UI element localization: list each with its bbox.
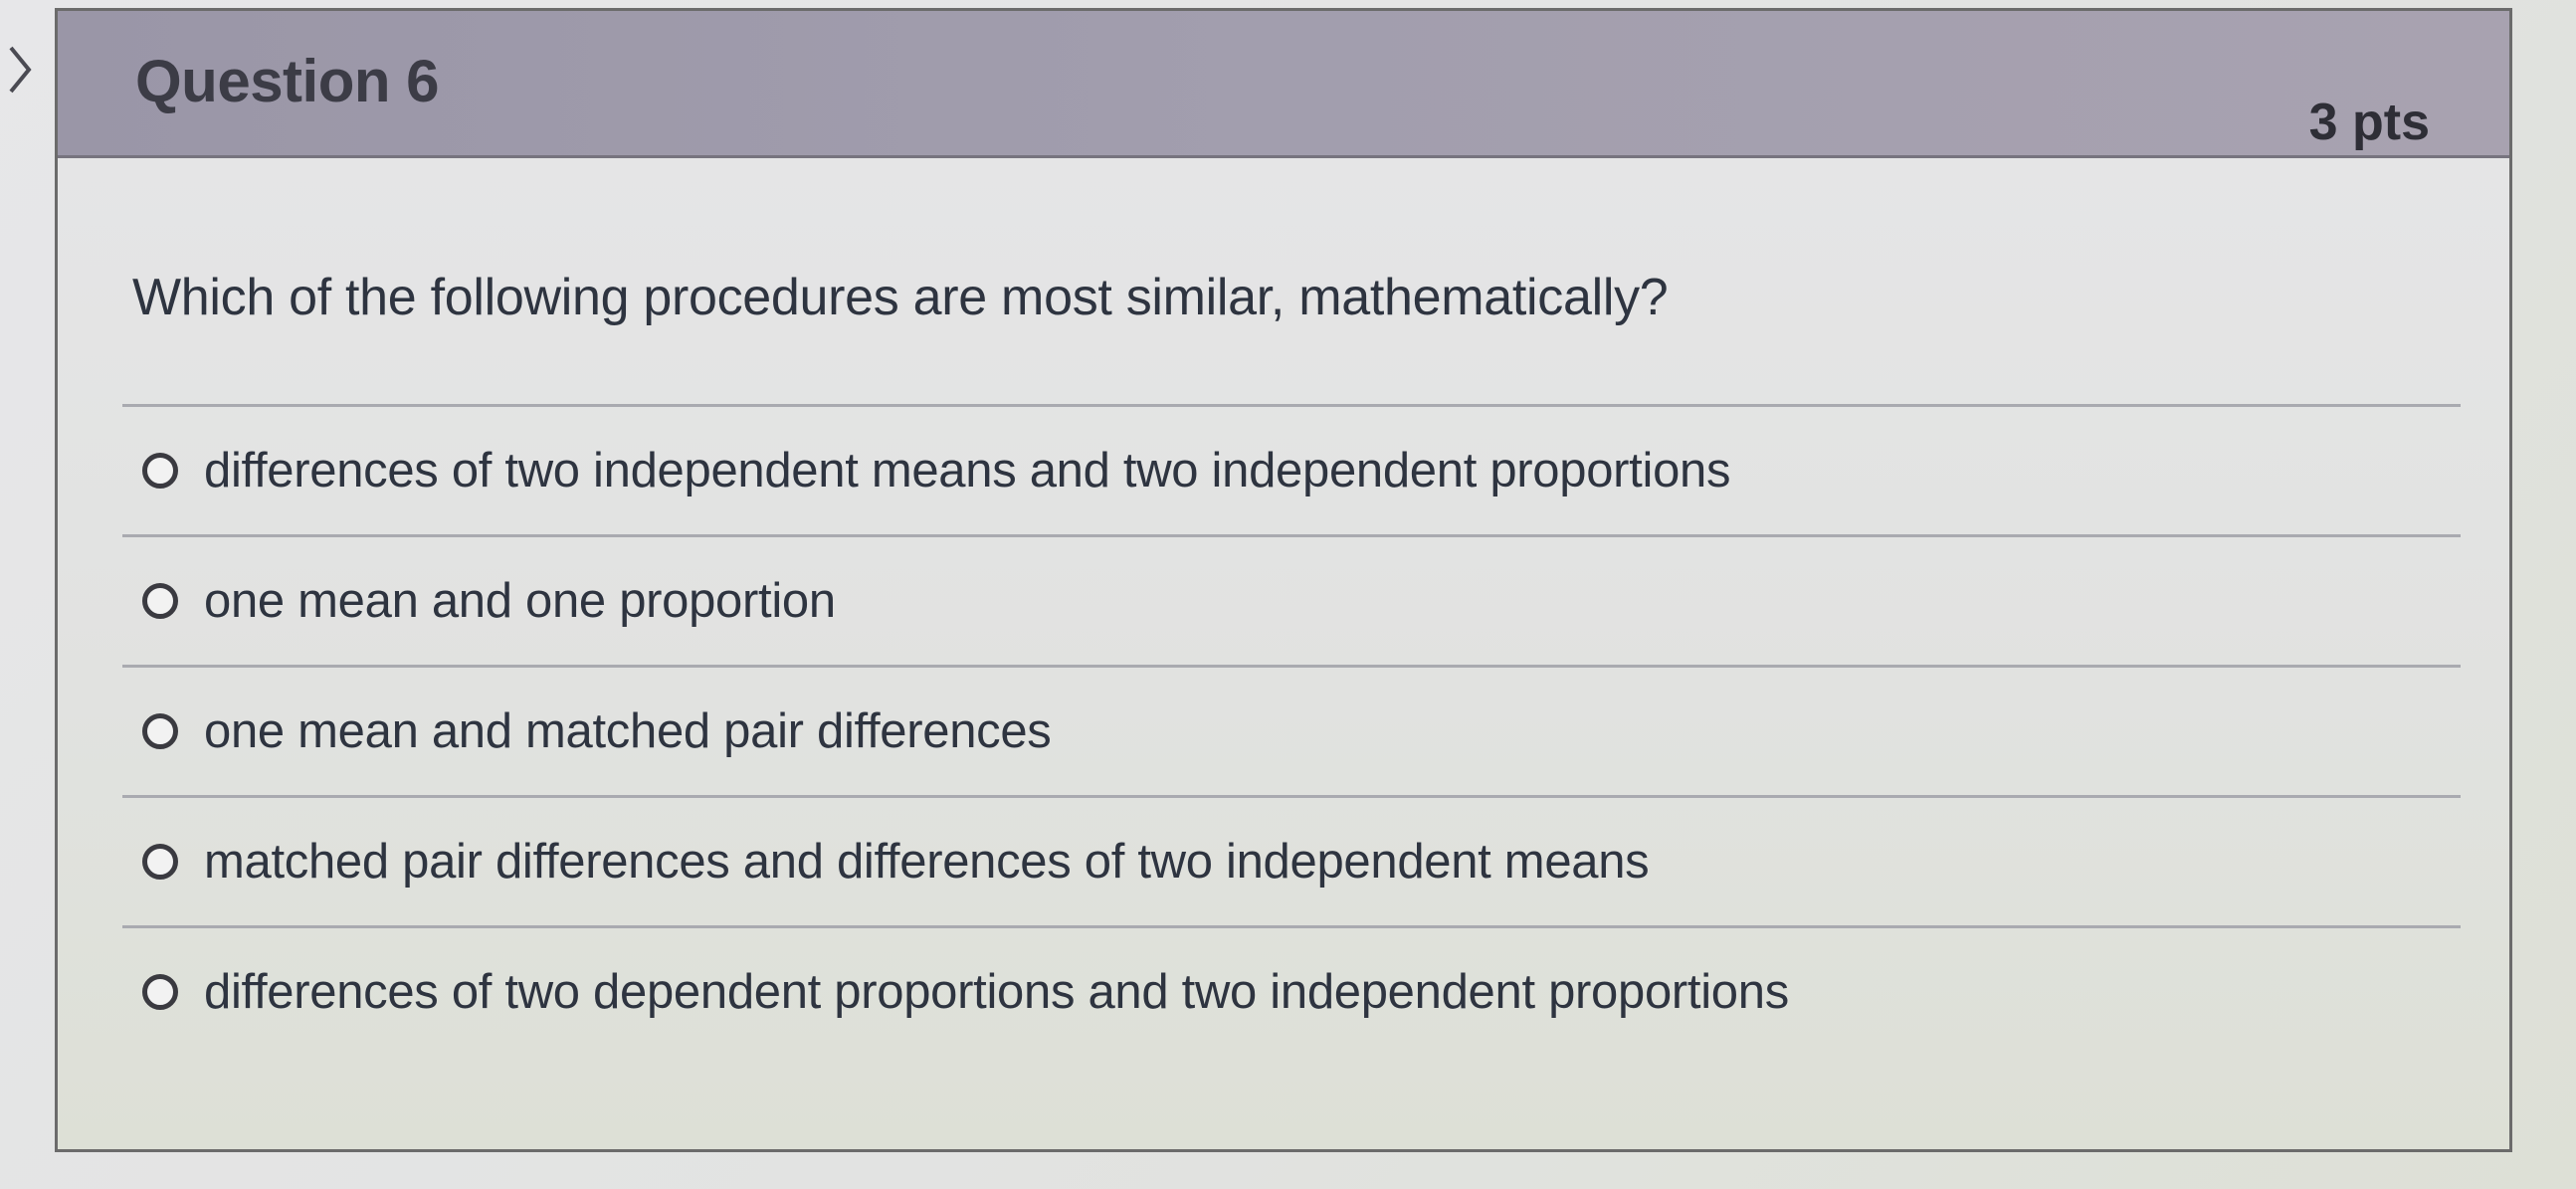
radio-button-icon[interactable] xyxy=(142,453,178,489)
chevron-right-icon xyxy=(9,46,32,94)
answer-option-label[interactable]: differences of two independent means and… xyxy=(204,443,1730,498)
question-card: Question 6 3 pts Which of the following … xyxy=(55,8,2512,1152)
answer-option-label[interactable]: differences of two dependent proportions… xyxy=(204,964,1789,1020)
radio-button-icon[interactable] xyxy=(142,974,178,1010)
answer-option-3[interactable]: one mean and matched pair differences xyxy=(122,668,2461,795)
answer-option-5[interactable]: differences of two dependent proportions… xyxy=(122,928,2461,1056)
radio-button-icon[interactable] xyxy=(142,583,178,619)
answer-list: differences of two independent means and… xyxy=(122,404,2461,1056)
answer-option-label[interactable]: matched pair differences and differences… xyxy=(204,834,1650,890)
question-points: 3 pts xyxy=(2308,94,2430,151)
question-text: Which of the following procedures are mo… xyxy=(132,269,1669,326)
radio-button-icon[interactable] xyxy=(142,713,178,749)
question-header: Question 6 3 pts xyxy=(58,11,2509,158)
answer-option-4[interactable]: matched pair differences and differences… xyxy=(122,798,2461,925)
answer-option-1[interactable]: differences of two independent means and… xyxy=(122,407,2461,534)
answer-option-label[interactable]: one mean and one proportion xyxy=(204,573,836,629)
previous-question-arrow[interactable] xyxy=(0,30,40,109)
radio-button-icon[interactable] xyxy=(142,844,178,880)
answer-option-2[interactable]: one mean and one proportion xyxy=(122,537,2461,665)
answer-option-label[interactable]: one mean and matched pair differences xyxy=(204,703,1052,759)
question-title: Question 6 xyxy=(135,48,440,114)
